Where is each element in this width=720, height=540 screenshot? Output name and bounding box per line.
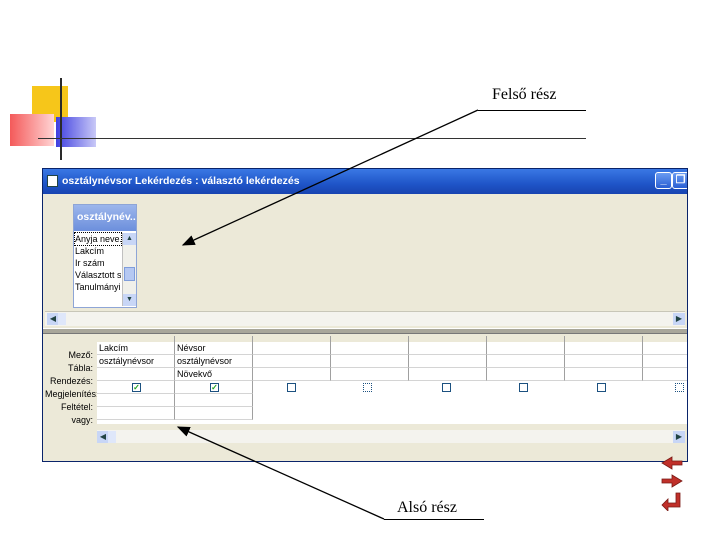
show-checkbox[interactable]	[519, 383, 528, 392]
pane-splitter[interactable]	[43, 328, 687, 334]
grid-cell-sort[interactable]	[565, 368, 643, 381]
grid-cell-table[interactable]	[565, 355, 643, 368]
grid-cell-table[interactable]	[253, 355, 331, 368]
decor-horizontal-line	[38, 138, 586, 139]
grid-scrollbar[interactable]: ◀ ▶	[97, 430, 685, 443]
grid-cell-field[interactable]	[643, 342, 687, 355]
show-checkbox[interactable]	[287, 383, 296, 392]
grid-cell-sort[interactable]	[487, 368, 565, 381]
callout-bottom-underline	[384, 519, 484, 520]
title-bar[interactable]: osztálynévsor Lekérdezés : választó leké…	[43, 169, 687, 194]
decor-square-blue	[56, 117, 96, 147]
show-checkbox[interactable]	[442, 383, 451, 392]
grid-cell-table[interactable]: osztálynévsor	[175, 355, 253, 368]
grid-cell-field[interactable]: Lakcím	[97, 342, 175, 355]
previous-slide-icon[interactable]	[661, 456, 683, 470]
scroll-thumb[interactable]	[124, 267, 135, 281]
row-label-show: Megjelenítés:	[45, 389, 99, 399]
callout-bottom-label: Alsó rész	[397, 499, 457, 516]
grid-cell-sort[interactable]	[331, 368, 409, 381]
row-label-sort: Rendezés:	[49, 376, 93, 386]
row-label-table: Tábla:	[67, 363, 93, 373]
query-icon	[47, 175, 58, 187]
row-label-or: vagy:	[71, 415, 93, 425]
field-list: Anyja neve.. Lakcím Ir szám Választott s…	[74, 232, 122, 306]
row-label-criteria: Feltétel:	[60, 402, 93, 412]
grid-cell-sort[interactable]	[409, 368, 487, 381]
grid-cell-field[interactable]	[253, 342, 331, 355]
callout-top-label: Felső rész	[492, 86, 557, 103]
field-list-scrollbar[interactable]: ▲ ▼	[122, 233, 136, 306]
grid-cell-sort[interactable]	[97, 368, 175, 381]
design-grid: Lakcím osztálynévsor ✓ Névsor osztálynév…	[97, 336, 687, 424]
restore-button[interactable]: ❐	[672, 172, 687, 189]
query-design-window: osztálynévsor Lekérdezés : választó leké…	[42, 168, 688, 462]
show-checkbox[interactable]	[363, 383, 372, 392]
grid-cell-criteria[interactable]	[97, 394, 175, 407]
design-grid-pane: Mező: Tábla: Rendezés: Megjelenítés: Fel…	[45, 336, 687, 456]
decor-square-red	[10, 114, 54, 146]
grid-cell-field[interactable]	[409, 342, 487, 355]
scroll-thumb[interactable]	[58, 313, 66, 325]
grid-cell-sort[interactable]	[643, 368, 687, 381]
grid-cell-table[interactable]	[409, 355, 487, 368]
field-item[interactable]: Tanulmányi át	[75, 281, 121, 293]
scroll-thumb[interactable]	[108, 431, 116, 443]
scroll-down-icon[interactable]: ▼	[123, 294, 136, 306]
show-checkbox[interactable]	[597, 383, 606, 392]
grid-cell-table[interactable]: osztálynévsor	[97, 355, 175, 368]
field-item[interactable]: Lakcím	[75, 245, 121, 257]
scroll-right-icon[interactable]: ▶	[673, 431, 685, 443]
field-item[interactable]: Anyja neve..	[74, 232, 122, 246]
grid-cell-sort[interactable]	[253, 368, 331, 381]
callout-top-underline	[478, 110, 586, 111]
table-field-list-title[interactable]: osztálynév...	[74, 205, 136, 231]
scroll-right-icon[interactable]: ▶	[673, 313, 685, 325]
grid-cell-or[interactable]	[97, 407, 175, 420]
table-field-list[interactable]: osztálynév... Anyja neve.. Lakcím Ir szá…	[73, 204, 137, 308]
grid-cell-field[interactable]	[331, 342, 409, 355]
scroll-up-icon[interactable]: ▲	[123, 233, 136, 245]
grid-cell-or[interactable]	[175, 407, 253, 420]
next-slide-icon[interactable]	[661, 474, 683, 488]
show-checkbox-checked[interactable]: ✓	[210, 383, 219, 392]
field-item[interactable]: Választott sza	[75, 269, 121, 281]
row-label-field: Mező:	[68, 350, 93, 360]
minimize-button[interactable]: _	[655, 172, 672, 189]
field-item[interactable]: Ir szám	[75, 257, 121, 269]
window-title: osztálynévsor Lekérdezés : választó leké…	[62, 175, 300, 187]
table-pane-scrollbar[interactable]: ◀ ▶	[45, 311, 685, 326]
grid-cell-field[interactable]	[487, 342, 565, 355]
show-checkbox[interactable]	[675, 383, 684, 392]
slide-navigation	[661, 456, 683, 511]
grid-cell-table[interactable]	[331, 355, 409, 368]
grid-cell-field[interactable]: Névsor	[175, 342, 253, 355]
grid-cell-field[interactable]	[565, 342, 643, 355]
grid-cell-table[interactable]	[487, 355, 565, 368]
show-checkbox-checked[interactable]: ✓	[132, 383, 141, 392]
grid-cell-criteria[interactable]	[175, 394, 253, 407]
grid-cell-table[interactable]	[643, 355, 687, 368]
grid-cell-sort[interactable]: Növekvő	[175, 368, 253, 381]
table-pane: osztálynév... Anyja neve.. Lakcím Ir szá…	[45, 196, 685, 326]
decor-vertical-line	[60, 78, 62, 160]
return-icon[interactable]	[661, 492, 681, 511]
